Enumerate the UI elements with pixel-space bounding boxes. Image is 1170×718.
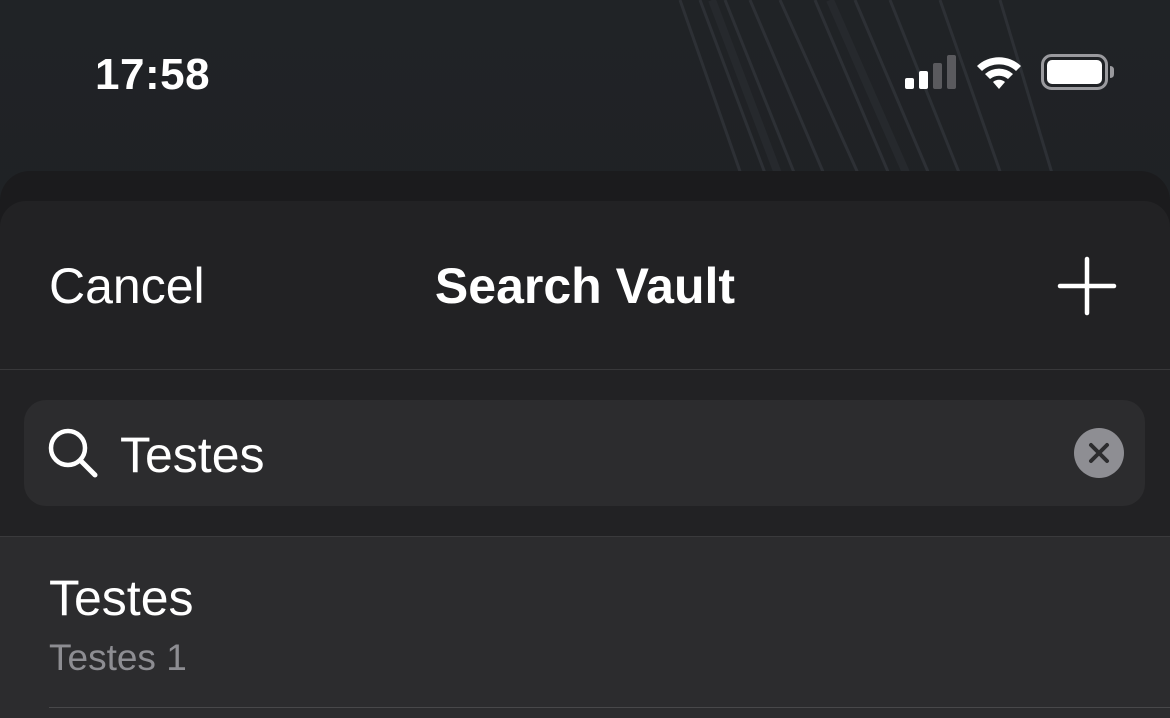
plus-icon [1057, 256, 1117, 316]
status-bar: 17:58 [0, 0, 1170, 150]
wifi-icon [975, 54, 1023, 95]
navigation-bar: Cancel Search Vault [0, 201, 1170, 370]
cellular-signal-icon [905, 54, 957, 95]
search-icon [46, 426, 100, 480]
clear-search-button[interactable] [1074, 428, 1124, 478]
search-sheet: Cancel Search Vault Testes Testes Testes… [0, 201, 1170, 718]
status-icons [905, 53, 1115, 95]
cancel-button[interactable]: Cancel [49, 257, 205, 315]
result-title: Testes [49, 570, 194, 626]
result-subtitle: Testes 1 [49, 637, 187, 678]
clear-icon [1089, 443, 1109, 463]
battery-icon [1041, 53, 1115, 95]
search-area [0, 370, 1170, 537]
search-input[interactable] [120, 426, 1040, 484]
results-list: Testes Testes 1 [0, 537, 1170, 718]
add-item-button[interactable] [1056, 255, 1118, 317]
result-item[interactable]: Testes Testes 1 [0, 537, 1170, 708]
row-divider [49, 707, 1170, 708]
search-field[interactable] [24, 400, 1145, 506]
status-time: 17:58 [95, 50, 211, 99]
page-title: Search Vault [434, 258, 736, 314]
app-screen: 17:58 Cancel Search Vault Testes Testes … [0, 0, 1170, 718]
